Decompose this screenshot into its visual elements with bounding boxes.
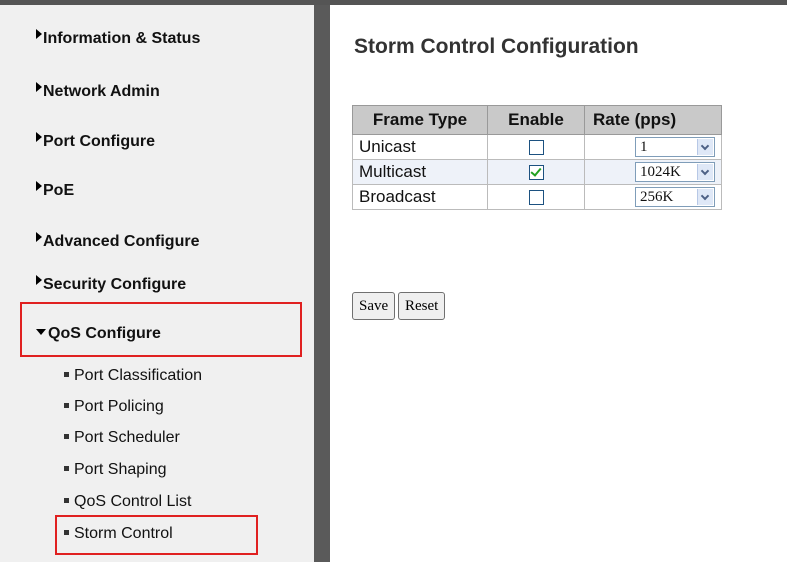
submenu-port-scheduler[interactable]: Port Scheduler: [64, 429, 180, 447]
enable-checkbox-broadcast[interactable]: [528, 190, 544, 206]
caret-right-icon: [36, 181, 42, 191]
enable-checkbox-unicast[interactable]: [528, 140, 544, 156]
submenu-label: Port Classification: [74, 367, 203, 384]
column-header: Rate (pps): [584, 105, 722, 135]
sidebar-nav: Information & Status Network Admin Port …: [0, 5, 314, 562]
rate-value: 256K: [640, 189, 674, 206]
menu-label: QoS Configure: [48, 325, 161, 342]
menu-label: PoE: [43, 182, 75, 199]
bullet-icon: [64, 466, 69, 471]
caret-right-icon: [36, 29, 42, 39]
rate-select-multicast[interactable]: 1024K: [635, 162, 715, 183]
table-row: Unicast 1: [352, 134, 722, 160]
table-row: Broadcast 256K: [352, 184, 722, 210]
storm-control-table: Frame Type Enable Rate (pps) Unicast 1 M…: [352, 105, 722, 210]
caret-right-icon: [36, 275, 42, 285]
rate-select-unicast[interactable]: 1: [635, 137, 715, 158]
rate-value: 1024K: [640, 164, 681, 181]
rate-value: 1: [640, 139, 648, 156]
caret-right-icon: [36, 232, 42, 242]
submenu-port-classification[interactable]: Port Classification: [64, 367, 202, 385]
frame-type-cell: Broadcast: [352, 184, 488, 210]
reset-button[interactable]: Reset: [398, 292, 446, 320]
table-row: Multicast 1024K: [352, 159, 722, 185]
bullet-icon: [64, 372, 69, 377]
frame-type-cell: Multicast: [352, 159, 488, 185]
enable-checkbox-multicast[interactable]: [528, 165, 544, 181]
submenu-label: Port Scheduler: [74, 429, 180, 446]
bullet-icon: [64, 403, 69, 408]
main-content: Storm Control Configuration Frame Type E…: [330, 5, 787, 562]
menu-advanced-configure[interactable]: Advanced Configure: [36, 232, 199, 251]
menu-security-configure[interactable]: Security Configure: [36, 275, 186, 294]
menu-qos-configure[interactable]: QoS Configure: [36, 325, 161, 343]
chevron-down-icon: [697, 189, 713, 206]
bullet-icon: [64, 498, 69, 503]
chevron-down-icon: [697, 139, 713, 156]
submenu-label: Storm Control: [74, 525, 173, 542]
rate-select-broadcast[interactable]: 256K: [635, 187, 715, 208]
menu-network-admin[interactable]: Network Admin: [36, 82, 160, 101]
menu-label: Information & Status: [43, 30, 201, 47]
frame-type-cell: Unicast: [352, 134, 488, 160]
submenu-label: Port Policing: [74, 398, 164, 415]
menu-label: Network Admin: [43, 83, 160, 100]
frame-divider[interactable]: [314, 5, 330, 562]
submenu-label: QoS Control List: [74, 493, 192, 510]
submenu-port-policing[interactable]: Port Policing: [64, 398, 164, 416]
chevron-down-icon: [697, 164, 713, 181]
menu-poe[interactable]: PoE: [36, 181, 74, 200]
menu-port-configure[interactable]: Port Configure: [36, 132, 155, 151]
submenu-label: Port Shaping: [74, 461, 167, 478]
table-header-row: Frame Type Enable Rate (pps): [352, 105, 722, 135]
column-header: Frame Type: [352, 105, 488, 135]
menu-information-status[interactable]: Information & Status: [36, 29, 200, 48]
menu-label: Security Configure: [43, 276, 187, 293]
caret-right-icon: [36, 132, 42, 142]
caret-down-icon: [36, 329, 46, 335]
menu-label: Advanced Configure: [43, 233, 200, 250]
submenu-storm-control[interactable]: Storm Control: [64, 525, 173, 543]
column-header: Enable: [487, 105, 585, 135]
caret-right-icon: [36, 82, 42, 92]
page-title: Storm Control Configuration: [354, 35, 639, 58]
save-button[interactable]: Save: [352, 292, 396, 320]
bullet-icon: [64, 434, 69, 439]
submenu-qos-control-list[interactable]: QoS Control List: [64, 493, 191, 511]
submenu-port-shaping[interactable]: Port Shaping: [64, 461, 167, 479]
bullet-icon: [64, 530, 69, 535]
menu-label: Port Configure: [43, 133, 155, 150]
